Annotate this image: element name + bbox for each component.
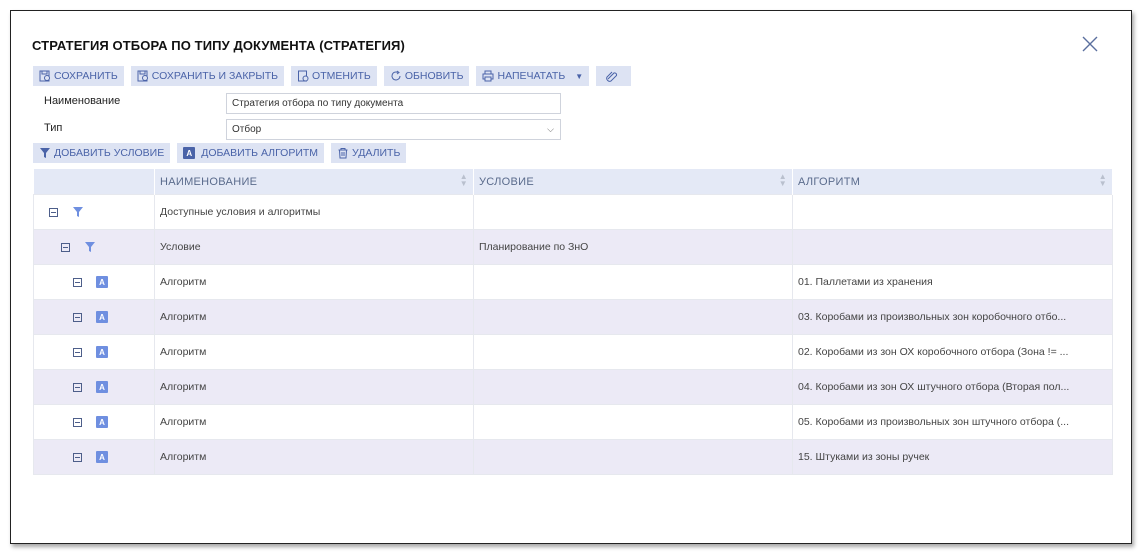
dialog-title: СТРАТЕГИЯ ОТБОРА ПО ТИПУ ДОКУМЕНТА (СТРА…: [32, 38, 405, 53]
trash-icon: [338, 148, 348, 159]
collapse-icon[interactable]: [49, 207, 58, 217]
table-header-row: НАИМЕНОВАНИЕ ▲ ▼ УСЛОВИЕ ▲ ▼ АЛГОРИТМ ▲ ▼: [33, 169, 1113, 195]
column-header-algorithm[interactable]: АЛГОРИТМ ▲ ▼: [792, 169, 1113, 195]
collapse-icon[interactable]: [73, 417, 82, 427]
row-condition: [473, 369, 793, 405]
printer-icon: [482, 70, 494, 82]
sort-icon[interactable]: ▲ ▼: [460, 173, 468, 188]
print-button[interactable]: НАПЕЧАТАТЬ ▼: [476, 66, 590, 86]
row-algorithm: 15. Штуками из зоны ручек: [792, 439, 1113, 475]
table-row[interactable]: A Алгоритм 05. Коробами из произвольных …: [33, 404, 1113, 440]
add-condition-button[interactable]: ДОБАВИТЬ УСЛОВИЕ: [33, 143, 171, 163]
table-row[interactable]: Условие Планирование по ЗнО: [33, 229, 1113, 265]
table-row[interactable]: A Алгоритм 04. Коробами из зон ОХ штучно…: [33, 369, 1113, 405]
tree-column-header: [33, 169, 155, 195]
name-label: Наименование: [44, 95, 121, 107]
strategy-dialog: СТРАТЕГИЯ ОТБОРА ПО ТИПУ ДОКУМЕНТА (СТРА…: [10, 10, 1132, 544]
sort-icon[interactable]: ▲ ▼: [1099, 173, 1107, 188]
type-label: Тип: [44, 122, 63, 134]
row-name: Алгоритм: [154, 264, 474, 300]
print-label: НАПЕЧАТАТЬ: [497, 70, 566, 82]
row-name: Алгоритм: [154, 299, 474, 335]
filter-icon: [85, 242, 95, 252]
chevron-down-icon: ⌵: [547, 124, 554, 134]
refresh-label: ОБНОВИТЬ: [404, 70, 464, 82]
column-header-name[interactable]: НАИМЕНОВАНИЕ ▲ ▼: [154, 169, 474, 195]
cancel-label: ОТМЕНИТЬ: [312, 70, 371, 82]
table-row[interactable]: A Алгоритм 01. Паллетами из хранения: [33, 264, 1113, 300]
row-name: Алгоритм: [154, 439, 474, 475]
refresh-icon: [391, 70, 401, 81]
cancel-button[interactable]: ОТМЕНИТЬ: [291, 66, 377, 86]
collapse-icon[interactable]: [73, 312, 82, 322]
sort-icon[interactable]: ▲ ▼: [779, 173, 787, 188]
algorithm-icon: A: [96, 346, 108, 358]
algorithm-icon: A: [96, 381, 108, 393]
add-condition-label: ДОБАВИТЬ УСЛОВИЕ: [54, 147, 165, 159]
type-select[interactable]: Отбор ⌵: [226, 119, 561, 140]
row-condition: [473, 334, 793, 370]
delete-button[interactable]: УДАЛИТЬ: [331, 143, 407, 163]
row-name: Условие: [154, 229, 474, 265]
cancel-icon: [298, 70, 309, 82]
row-name: Доступные условия и алгоритмы: [154, 194, 474, 230]
algorithm-icon: A: [183, 147, 196, 159]
filter-icon: [73, 207, 83, 217]
save-button[interactable]: СОХРАНИТЬ: [33, 66, 124, 86]
save-label: СОХРАНИТЬ: [54, 70, 118, 82]
table-row[interactable]: A Алгоритм 15. Штуками из зоны ручек: [33, 439, 1113, 475]
row-algorithm: 05. Коробами из произвольных зон штучног…: [792, 404, 1113, 440]
collapse-icon[interactable]: [73, 277, 82, 287]
type-value: Отбор: [232, 124, 262, 135]
table-row[interactable]: A Алгоритм 03. Коробами из произвольных …: [33, 299, 1113, 335]
attach-button[interactable]: [596, 66, 632, 86]
row-algorithm: 04. Коробами из зон ОХ штучного отбора (…: [792, 369, 1113, 405]
add-algorithm-label: ДОБАВИТЬ АЛГОРИТМ: [201, 147, 319, 159]
row-algorithm: 03. Коробами из произвольных зон коробоч…: [792, 299, 1113, 335]
row-condition: [473, 194, 793, 230]
collapse-icon[interactable]: [61, 242, 70, 252]
save-close-icon: [137, 70, 148, 82]
collapse-icon[interactable]: [73, 347, 82, 357]
row-algorithm: [792, 194, 1113, 230]
collapse-icon[interactable]: [73, 452, 82, 462]
close-icon[interactable]: [1080, 34, 1100, 54]
add-algorithm-button[interactable]: A ДОБАВИТЬ АЛГОРИТМ: [177, 143, 325, 163]
row-condition: [473, 299, 793, 335]
main-toolbar: СОХРАНИТЬ СОХРАНИТЬ И ЗАКРЫТЬ ОТМЕНИТЬ О…: [33, 66, 632, 86]
strategy-tree-table: НАИМЕНОВАНИЕ ▲ ▼ УСЛОВИЕ ▲ ▼ АЛГОРИТМ ▲ ▼ Дост…: [33, 169, 1113, 475]
table-row[interactable]: A Алгоритм 02. Коробами из зон ОХ коробо…: [33, 334, 1113, 370]
algorithm-icon: A: [96, 416, 108, 428]
filter-icon: [40, 148, 50, 158]
row-name: Алгоритм: [154, 404, 474, 440]
chevron-down-icon[interactable]: ▼: [575, 72, 583, 81]
table-row[interactable]: Доступные условия и алгоритмы: [33, 194, 1113, 230]
row-condition: [473, 404, 793, 440]
save-close-label: СОХРАНИТЬ И ЗАКРЫТЬ: [151, 70, 279, 82]
save-icon: [39, 70, 50, 82]
row-condition: [473, 439, 793, 475]
column-header-condition[interactable]: УСЛОВИЕ ▲ ▼: [473, 169, 793, 195]
name-input[interactable]: Стратегия отбора по типу документа: [226, 93, 561, 114]
paperclip-icon: [606, 71, 618, 82]
row-condition: [473, 264, 793, 300]
row-algorithm: [792, 229, 1113, 265]
delete-label: УДАЛИТЬ: [352, 147, 401, 159]
refresh-button[interactable]: ОБНОВИТЬ: [383, 66, 470, 86]
row-algorithm: 02. Коробами из зон ОХ коробочного отбор…: [792, 334, 1113, 370]
collapse-icon[interactable]: [73, 382, 82, 392]
algorithm-icon: A: [96, 311, 108, 323]
row-condition: Планирование по ЗнО: [473, 229, 793, 265]
algorithm-icon: A: [96, 276, 108, 288]
row-name: Алгоритм: [154, 369, 474, 405]
row-name: Алгоритм: [154, 334, 474, 370]
save-and-close-button[interactable]: СОХРАНИТЬ И ЗАКРЫТЬ: [130, 66, 285, 86]
algorithm-icon: A: [96, 451, 108, 463]
tree-toolbar: ДОБАВИТЬ УСЛОВИЕ A ДОБАВИТЬ АЛГОРИТМ УДА…: [33, 143, 407, 163]
row-algorithm: 01. Паллетами из хранения: [792, 264, 1113, 300]
